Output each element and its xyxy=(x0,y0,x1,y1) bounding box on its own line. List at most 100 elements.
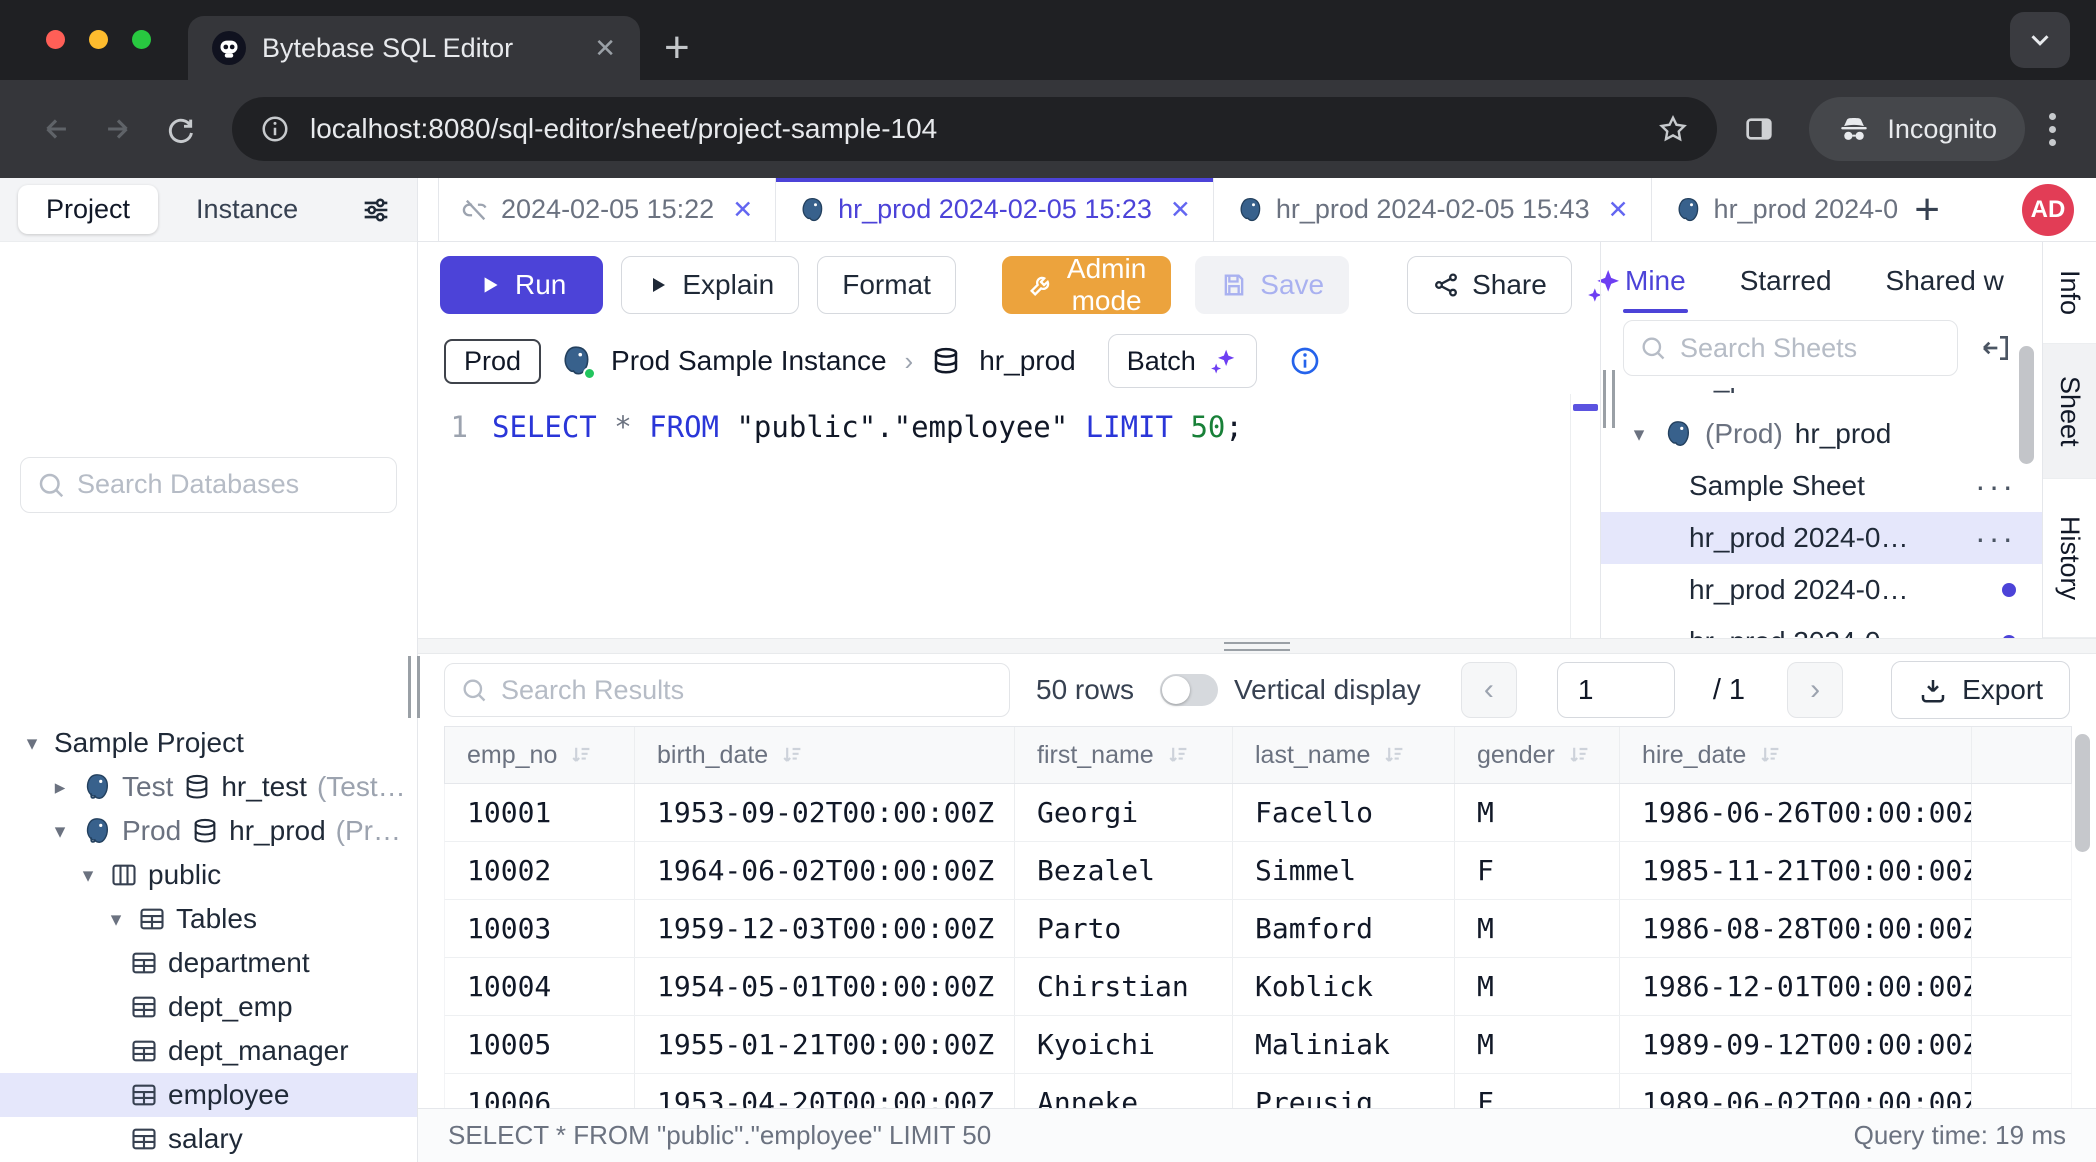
table-row[interactable]: 10003 1959-12-03T00:00:00Z Parto Bamford… xyxy=(444,900,2072,958)
cell[interactable]: F xyxy=(1455,842,1620,899)
cell[interactable]: M xyxy=(1455,1016,1620,1073)
browser-menu-button[interactable] xyxy=(2039,113,2066,146)
sheet-tab-3[interactable]: hr_prod 2024-02-05 15:43 ✕ xyxy=(1214,178,1652,241)
cell[interactable]: 10005 xyxy=(445,1016,635,1073)
sort-icon[interactable] xyxy=(1382,743,1406,767)
cell[interactable]: F xyxy=(1455,1074,1620,1108)
sheet-item[interactable]: hr_prod 2024-0… xyxy=(1601,616,2042,638)
admin-mode-button[interactable]: Admin mode xyxy=(1002,256,1171,314)
cell[interactable]: Bezalel xyxy=(1015,842,1233,899)
cell[interactable]: 1985-11-21T00:00:00Z xyxy=(1620,842,1972,899)
collapse-panel-button[interactable] xyxy=(1972,324,2020,372)
new-sheet-button[interactable]: + xyxy=(1898,178,1956,241)
sheet-item-clipped[interactable]: hr_prod 2024-02… xyxy=(1601,388,2042,408)
cell[interactable]: 1959-12-03T00:00:00Z xyxy=(635,900,1015,957)
database-search-input[interactable] xyxy=(20,457,397,513)
sheet-item[interactable]: Sample Sheet ··· xyxy=(1601,460,2042,512)
table-row[interactable]: 10001 1953-09-02T00:00:00Z Georgi Facell… xyxy=(444,784,2072,842)
format-button[interactable]: Format xyxy=(817,256,956,314)
sort-icon[interactable] xyxy=(1166,743,1190,767)
chevron-down-icon[interactable]: ▾ xyxy=(48,819,72,844)
sheet-tab-2-active[interactable]: hr_prod 2024-02-05 15:23 ✕ xyxy=(776,178,1214,241)
cell[interactable]: 1953-04-20T00:00:00Z xyxy=(635,1074,1015,1108)
cell[interactable]: 10003 xyxy=(445,900,635,957)
cell[interactable]: M xyxy=(1455,900,1620,957)
column-header[interactable]: gender xyxy=(1455,727,1620,783)
sort-icon[interactable] xyxy=(780,743,804,767)
address-bar[interactable]: localhost:8080/sql-editor/sheet/project-… xyxy=(232,97,1717,161)
cell[interactable]: 10001 xyxy=(445,784,635,841)
page-input[interactable] xyxy=(1557,662,1675,718)
sheet-item[interactable]: hr_prod 2024-0… xyxy=(1601,564,2042,616)
cell[interactable]: Kyoichi xyxy=(1015,1016,1233,1073)
tree-item-tables-group[interactable]: ▾ Tables xyxy=(0,897,417,941)
user-avatar[interactable]: AD xyxy=(2022,184,2074,236)
cell[interactable]: 1986-06-26T00:00:00Z xyxy=(1620,784,1972,841)
database-name[interactable]: hr_prod xyxy=(979,345,1076,377)
results-search-input[interactable] xyxy=(444,663,1010,717)
column-header[interactable]: last_name xyxy=(1233,727,1455,783)
export-button[interactable]: Export xyxy=(1891,661,2070,719)
cell[interactable]: M xyxy=(1455,784,1620,841)
table-row[interactable]: 10006 1953-04-20T00:00:00Z Anneke Preusi… xyxy=(444,1074,2072,1108)
item-menu-icon[interactable]: ··· xyxy=(1975,468,2016,505)
site-info-icon[interactable] xyxy=(260,114,290,144)
cell[interactable]: 1964-06-02T00:00:00Z xyxy=(635,842,1015,899)
chevron-down-icon[interactable]: ▾ xyxy=(76,863,100,888)
window-zoom-button[interactable] xyxy=(132,30,151,49)
window-close-button[interactable] xyxy=(46,30,65,49)
table-row[interactable]: 10004 1954-05-01T00:00:00Z Chirstian Kob… xyxy=(444,958,2072,1016)
tree-item-hr-prod[interactable]: ▾ Prod hr_prod (Pr… xyxy=(0,809,417,853)
sort-icon[interactable] xyxy=(1758,743,1782,767)
sql-editor[interactable]: 1 SELECT * FROM "public"."employee" LIMI… xyxy=(418,394,1600,638)
cell[interactable]: 10002 xyxy=(445,842,635,899)
window-minimize-button[interactable] xyxy=(89,30,108,49)
tree-item-table-dept-emp[interactable]: dept_emp xyxy=(0,985,417,1029)
new-tab-button[interactable]: + xyxy=(664,26,690,70)
cell[interactable]: Chirstian xyxy=(1015,958,1233,1015)
table-scrollbar[interactable] xyxy=(2075,734,2090,852)
next-page-button[interactable]: › xyxy=(1787,662,1843,718)
item-menu-icon[interactable]: ··· xyxy=(1975,520,2016,557)
sheet-group-hr-prod[interactable]: ▾ (Prod) hr_prod xyxy=(1601,408,2042,460)
cell[interactable]: 10006 xyxy=(445,1074,635,1108)
sheet-tab-4[interactable]: hr_prod 2024-0 xyxy=(1652,178,1899,241)
cell[interactable]: 1989-06-02T00:00:00Z xyxy=(1620,1074,1972,1108)
column-header[interactable]: birth_date xyxy=(635,727,1015,783)
table-row[interactable]: 10002 1964-06-02T00:00:00Z Bezalel Simme… xyxy=(444,842,2072,900)
tab-overview-button[interactable] xyxy=(2010,12,2070,68)
cell[interactable]: Georgi xyxy=(1015,784,1233,841)
chevron-down-icon[interactable]: ▾ xyxy=(20,731,44,756)
cell[interactable]: Maliniak xyxy=(1233,1016,1455,1073)
tab-project[interactable]: Project xyxy=(18,185,158,234)
run-button[interactable]: Run xyxy=(440,256,603,314)
sheet-item-selected[interactable]: hr_prod 2024-0… ··· xyxy=(1601,512,2042,564)
tab-instance[interactable]: Instance xyxy=(168,185,326,234)
cell[interactable]: Simmel xyxy=(1233,842,1455,899)
cell[interactable]: 1953-09-02T00:00:00Z xyxy=(635,784,1015,841)
share-button[interactable]: Share xyxy=(1407,256,1572,314)
explain-button[interactable]: Explain xyxy=(621,256,799,314)
cell[interactable]: 1955-01-21T00:00:00Z xyxy=(635,1016,1015,1073)
cell[interactable]: 1989-09-12T00:00:00Z xyxy=(1620,1016,1972,1073)
tree-item-table-dept-manager[interactable]: dept_manager xyxy=(0,1029,417,1073)
bookmark-star-icon[interactable] xyxy=(1657,113,1689,145)
cell[interactable]: 10004 xyxy=(445,958,635,1015)
column-header[interactable]: emp_no xyxy=(445,727,635,783)
chevron-down-icon[interactable]: ▾ xyxy=(1627,422,1651,447)
tree-item-table-employee[interactable]: employee xyxy=(0,1073,417,1117)
browser-tab-close-icon[interactable]: ✕ xyxy=(594,33,616,64)
tree-item-table-salary[interactable]: salary xyxy=(0,1117,417,1161)
sort-icon[interactable] xyxy=(1567,743,1591,767)
cell[interactable]: Koblick xyxy=(1233,958,1455,1015)
tree-item-hr-test[interactable]: ▸ Test hr_test (Test… xyxy=(0,765,417,809)
sidebar-resize-handle[interactable] xyxy=(408,656,420,718)
tree-item-schema-public[interactable]: ▾ public xyxy=(0,853,417,897)
cell[interactable]: 1986-12-01T00:00:00Z xyxy=(1620,958,1972,1015)
close-icon[interactable]: ✕ xyxy=(1608,195,1629,225)
cell[interactable]: Facello xyxy=(1233,784,1455,841)
table-row[interactable]: 10005 1955-01-21T00:00:00Z Kyoichi Malin… xyxy=(444,1016,2072,1074)
editor-overview-ruler[interactable] xyxy=(1570,394,1600,638)
side-panel-button[interactable] xyxy=(1733,103,1785,155)
sheet-tab-1[interactable]: 2024-02-05 15:22 ✕ xyxy=(438,178,776,241)
